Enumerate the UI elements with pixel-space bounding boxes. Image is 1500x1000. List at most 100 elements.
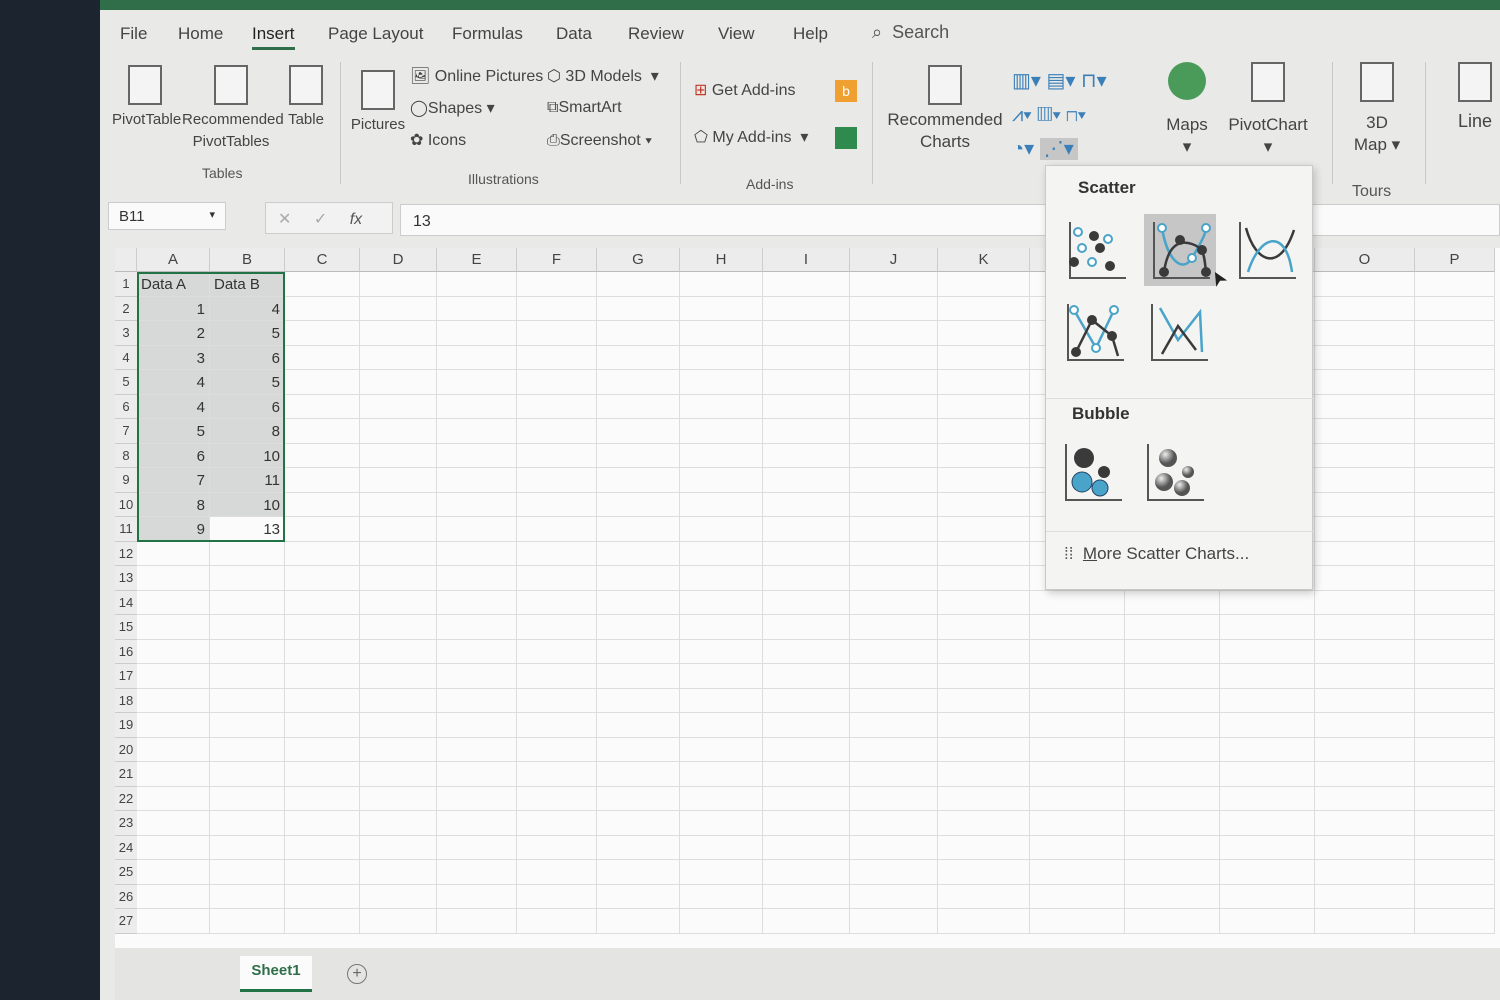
cell[interactable] bbox=[210, 541, 285, 566]
cell[interactable] bbox=[1030, 884, 1125, 909]
cell[interactable] bbox=[360, 909, 437, 934]
cell[interactable] bbox=[680, 762, 763, 787]
cell[interactable] bbox=[938, 370, 1030, 395]
cell[interactable] bbox=[763, 321, 850, 346]
cell[interactable] bbox=[210, 713, 285, 738]
cell[interactable] bbox=[1315, 296, 1415, 321]
cell[interactable] bbox=[850, 566, 938, 591]
cell[interactable] bbox=[1220, 639, 1315, 664]
row-header-24[interactable]: 24 bbox=[115, 835, 137, 860]
cell[interactable] bbox=[360, 370, 437, 395]
cell[interactable] bbox=[285, 272, 360, 297]
cell[interactable] bbox=[517, 811, 597, 836]
cell[interactable] bbox=[1220, 860, 1315, 885]
cell-B8[interactable]: 10 bbox=[210, 443, 285, 468]
cell[interactable] bbox=[285, 492, 360, 517]
cell[interactable] bbox=[1415, 786, 1495, 811]
cell[interactable] bbox=[938, 492, 1030, 517]
cell[interactable] bbox=[285, 786, 360, 811]
cell-A3[interactable]: 2 bbox=[137, 321, 210, 346]
cell[interactable] bbox=[285, 762, 360, 787]
cell[interactable] bbox=[1220, 737, 1315, 762]
cell[interactable] bbox=[517, 443, 597, 468]
column-header-B[interactable]: B bbox=[210, 248, 285, 272]
cell[interactable] bbox=[1125, 909, 1220, 934]
cell[interactable] bbox=[1415, 272, 1495, 297]
3d-bubble-option[interactable] bbox=[1138, 436, 1210, 508]
cell[interactable] bbox=[850, 639, 938, 664]
cell[interactable] bbox=[137, 786, 210, 811]
cell[interactable] bbox=[938, 688, 1030, 713]
insert-function-icon[interactable]: fx bbox=[350, 211, 362, 228]
cell[interactable] bbox=[680, 321, 763, 346]
cell[interactable] bbox=[680, 492, 763, 517]
cell[interactable] bbox=[1315, 321, 1415, 346]
cell[interactable] bbox=[850, 296, 938, 321]
cell[interactable] bbox=[437, 394, 517, 419]
cell[interactable] bbox=[517, 394, 597, 419]
cell[interactable] bbox=[1315, 419, 1415, 444]
row-header-4[interactable]: 4 bbox=[115, 345, 137, 370]
cell[interactable] bbox=[137, 811, 210, 836]
cell[interactable] bbox=[517, 370, 597, 395]
recommended-pivottables-button[interactable]: Recommended PivotTables bbox=[182, 65, 284, 153]
cell[interactable] bbox=[517, 835, 597, 860]
row-header-26[interactable]: 26 bbox=[115, 884, 137, 909]
cell[interactable] bbox=[360, 737, 437, 762]
cell[interactable] bbox=[763, 541, 850, 566]
cell[interactable] bbox=[137, 884, 210, 909]
cell[interactable] bbox=[763, 615, 850, 640]
cell[interactable] bbox=[763, 370, 850, 395]
cell[interactable] bbox=[437, 860, 517, 885]
cell[interactable] bbox=[850, 737, 938, 762]
line-chart-icon[interactable]: ⩘▾ ▥▾ ⊓▾ bbox=[1012, 98, 1107, 132]
row-header-13[interactable]: 13 bbox=[115, 566, 137, 591]
cell[interactable] bbox=[1415, 370, 1495, 395]
cell[interactable] bbox=[1415, 492, 1495, 517]
cell[interactable] bbox=[763, 688, 850, 713]
online-pictures-button[interactable]: 🖼 Online Pictures bbox=[410, 66, 543, 86]
cell[interactable] bbox=[517, 664, 597, 689]
cell[interactable] bbox=[680, 615, 763, 640]
cell[interactable] bbox=[437, 296, 517, 321]
cell[interactable] bbox=[360, 884, 437, 909]
cell[interactable] bbox=[517, 615, 597, 640]
cell[interactable] bbox=[1315, 443, 1415, 468]
cell-B2[interactable]: 4 bbox=[210, 296, 285, 321]
cell[interactable] bbox=[437, 713, 517, 738]
cell[interactable] bbox=[597, 468, 680, 493]
cell[interactable] bbox=[597, 296, 680, 321]
cell[interactable] bbox=[210, 860, 285, 885]
cell[interactable] bbox=[680, 541, 763, 566]
cell[interactable] bbox=[1125, 860, 1220, 885]
cell[interactable] bbox=[1315, 345, 1415, 370]
cell[interactable] bbox=[763, 394, 850, 419]
cell[interactable] bbox=[1220, 688, 1315, 713]
cell[interactable] bbox=[680, 713, 763, 738]
cell[interactable] bbox=[938, 296, 1030, 321]
cell[interactable] bbox=[517, 541, 597, 566]
cell[interactable] bbox=[938, 615, 1030, 640]
cell[interactable] bbox=[1315, 811, 1415, 836]
cell[interactable] bbox=[1315, 566, 1415, 591]
row-header-7[interactable]: 7 bbox=[115, 419, 137, 444]
cell[interactable] bbox=[360, 835, 437, 860]
cell[interactable] bbox=[517, 909, 597, 934]
screenshot-button[interactable]: ⎙Screenshot ▾ bbox=[547, 132, 652, 150]
cell-B11[interactable]: 13 bbox=[210, 517, 285, 542]
cell[interactable] bbox=[437, 321, 517, 346]
cell[interactable] bbox=[1125, 688, 1220, 713]
cell[interactable] bbox=[597, 419, 680, 444]
cell[interactable] bbox=[517, 860, 597, 885]
cell[interactable] bbox=[1315, 541, 1415, 566]
cell[interactable] bbox=[360, 639, 437, 664]
cell[interactable] bbox=[360, 615, 437, 640]
icons-button[interactable]: ✿ Icons bbox=[410, 130, 466, 150]
cell[interactable] bbox=[437, 688, 517, 713]
cell[interactable] bbox=[1125, 615, 1220, 640]
cell[interactable] bbox=[360, 321, 437, 346]
cell[interactable] bbox=[850, 517, 938, 542]
cell[interactable] bbox=[938, 909, 1030, 934]
cell[interactable] bbox=[517, 492, 597, 517]
cell[interactable] bbox=[517, 566, 597, 591]
